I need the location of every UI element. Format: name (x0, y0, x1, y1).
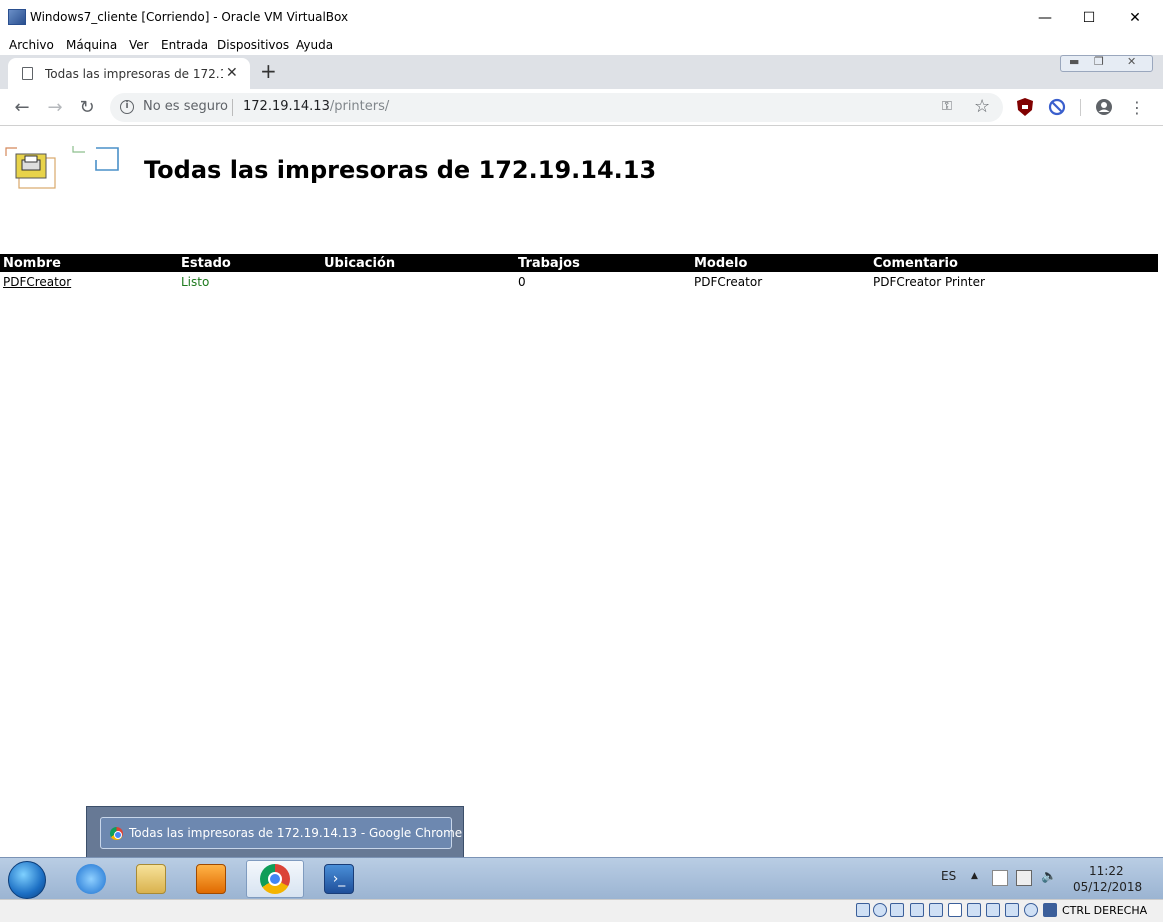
minimize-button[interactable]: — (1022, 0, 1068, 35)
url-host: 172.19.14.13 (243, 99, 330, 114)
tab-close-icon[interactable]: ✕ (226, 65, 238, 81)
header-estado: Estado (181, 256, 231, 271)
header-trabajos: Trabajos (518, 256, 580, 271)
display-icon[interactable] (967, 903, 981, 917)
window-title: Windows7_cliente [Corriendo] - Oracle VM… (30, 10, 349, 24)
url-path: /printers/ (329, 99, 390, 114)
shared-folders-icon[interactable] (948, 903, 962, 917)
ublock-shield-icon[interactable] (1016, 97, 1034, 117)
internet-explorer-icon (76, 864, 106, 894)
page-icon (22, 67, 33, 80)
close-button[interactable]: ✕ (1112, 0, 1158, 35)
virtualbox-app-icon (8, 9, 26, 25)
page-content: Todas las impresoras de 172.19.14.13 Nom… (0, 126, 1163, 856)
virtualbox-menu-bar: Archivo Máquina Ver Entrada Dispositivos… (0, 35, 1163, 55)
taskbar-powershell-button[interactable]: ›_ (310, 860, 368, 898)
tray-expand-icon[interactable]: ▲ (971, 871, 978, 881)
back-arrow-icon[interactable]: ← (10, 95, 34, 119)
hdd-icon[interactable] (856, 903, 870, 917)
language-indicator[interactable]: ES (941, 869, 956, 883)
block-extension-icon[interactable] (1048, 97, 1066, 117)
reload-icon[interactable]: ↻ (75, 95, 99, 119)
maximize-button[interactable]: ☐ (1066, 0, 1112, 35)
taskbar-preview-item[interactable]: Todas las impresoras de 172.19.14.13 - G… (100, 817, 462, 849)
virtualbox-title-bar: Windows7_cliente [Corriendo] - Oracle VM… (0, 0, 1163, 35)
menu-ver[interactable]: Ver (129, 38, 149, 52)
toolbar-divider (1080, 99, 1081, 116)
guest-window-controls: ▬ ❐ ✕ (1060, 55, 1153, 72)
taskbar-explorer-button[interactable] (122, 860, 180, 898)
keyboard-capture-icon[interactable] (1043, 903, 1057, 917)
video-capture-icon[interactable] (986, 903, 1000, 917)
printer-status: Listo (181, 275, 210, 289)
header-nombre: Nombre (3, 256, 61, 271)
audio-icon[interactable] (890, 903, 904, 917)
clock-time[interactable]: 11:22 (1089, 864, 1124, 878)
guest-minimize-icon[interactable]: ▬ (1069, 55, 1079, 68)
mouse-integration-icon[interactable] (1024, 903, 1038, 917)
powershell-icon: ›_ (324, 864, 354, 894)
taskbar-ie-button[interactable] (62, 860, 120, 898)
table-row: PDFCreator Listo 0 PDFCreator PDFCreator… (0, 272, 1158, 292)
preview-title: Todas las impresoras de 172.19.14.13 - G… (129, 826, 463, 840)
star-icon[interactable]: ☆ (974, 96, 990, 117)
taskbar-chrome-button[interactable] (246, 860, 304, 898)
action-center-flag-icon[interactable] (992, 870, 1008, 886)
network-icon[interactable] (1016, 870, 1032, 886)
key-icon[interactable]: ⚿ (942, 99, 952, 114)
cups-logo (5, 146, 119, 189)
menu-ayuda[interactable]: Ayuda (296, 38, 333, 52)
printer-comment: PDFCreator Printer (873, 275, 985, 289)
header-ubicacion: Ubicación (324, 256, 396, 271)
network-adapter-icon[interactable] (910, 903, 924, 917)
volume-icon[interactable]: 🔈 (1041, 869, 1057, 884)
usb-icon[interactable] (929, 903, 943, 917)
printer-jobs: 0 (518, 275, 526, 289)
browser-toolbar: ← → ↻ i No es seguro 172.19.14.13/printe… (0, 89, 1163, 126)
menu-maquina[interactable]: Máquina (66, 38, 117, 52)
tab-title: Todas las impresoras de 172.19.14.13 (45, 67, 223, 81)
host-key-label: CTRL DERECHA (1062, 904, 1148, 917)
chrome-icon (110, 827, 123, 840)
security-label[interactable]: No es seguro (143, 99, 228, 114)
guest-restore-icon[interactable]: ❐ (1094, 55, 1104, 68)
guest-close-icon[interactable]: ✕ (1127, 55, 1136, 68)
optical-drive-icon[interactable] (873, 903, 887, 917)
chrome-icon (260, 864, 290, 894)
cpu-icon[interactable] (1005, 903, 1019, 917)
taskbar-preview-popup: Todas las impresoras de 172.19.14.13 - G… (86, 806, 464, 858)
media-player-icon (196, 864, 226, 894)
header-comentario: Comentario (873, 256, 958, 271)
divider (232, 99, 233, 116)
menu-archivo[interactable]: Archivo (9, 38, 54, 52)
page-title: Todas las impresoras de 172.19.14.13 (144, 156, 657, 184)
folder-icon (136, 864, 166, 894)
header-modelo: Modelo (694, 256, 748, 271)
start-button-icon[interactable] (8, 861, 46, 899)
menu-dispositivos[interactable]: Dispositivos (217, 38, 289, 52)
printer-name-link[interactable]: PDFCreator (3, 275, 71, 289)
virtualbox-status-bar: CTRL DERECHA (0, 899, 1163, 922)
tab-active[interactable]: Todas las impresoras de 172.19.14.13 ✕ (8, 58, 250, 89)
table-header-row: Nombre Estado Ubicación Trabajos Modelo … (0, 254, 1158, 272)
url-text[interactable]: 172.19.14.13/printers/ (243, 99, 389, 114)
printers-table: Nombre Estado Ubicación Trabajos Modelo … (0, 254, 1158, 292)
menu-dots-icon[interactable]: ⋮ (1125, 95, 1149, 119)
tab-strip: Todas las impresoras de 172.19.14.13 ✕ (0, 55, 1163, 89)
new-tab-button[interactable]: + (260, 59, 277, 83)
forward-arrow-icon[interactable]: → (43, 95, 67, 119)
taskbar-media-button[interactable] (182, 860, 240, 898)
windows-taskbar: ›_ ES ▲ 🔈 11:22 05/12/2018 (0, 857, 1163, 899)
printer-model: PDFCreator (694, 275, 763, 289)
menu-entrada[interactable]: Entrada (161, 38, 208, 52)
profile-icon[interactable] (1095, 97, 1113, 117)
address-bar[interactable]: i No es seguro 172.19.14.13/printers/ ⚿ … (110, 93, 1003, 122)
clock-date[interactable]: 05/12/2018 (1073, 880, 1142, 894)
info-icon[interactable]: i (120, 100, 134, 114)
